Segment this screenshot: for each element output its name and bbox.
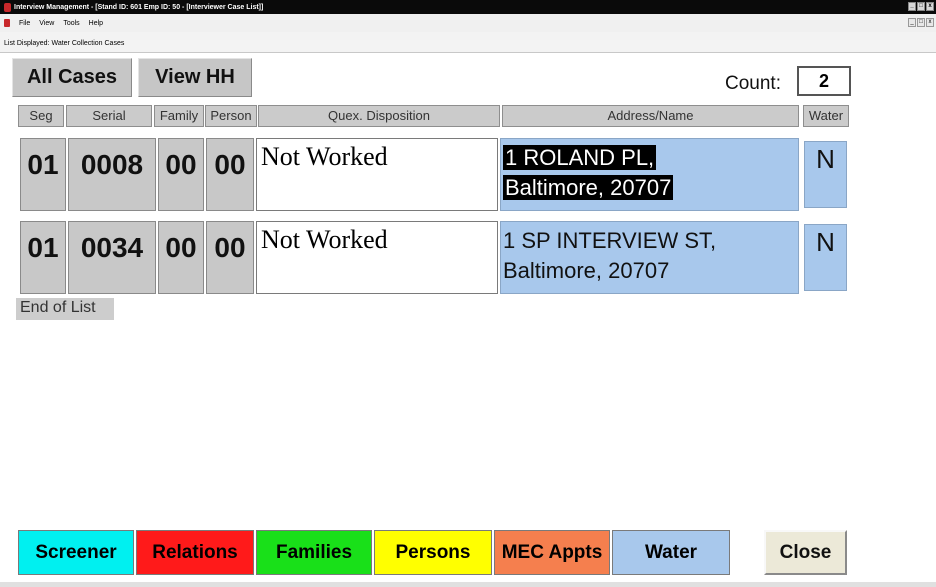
water-button[interactable]: Water: [612, 530, 730, 575]
window-title: Interview Management - [Stand ID: 601 Em…: [14, 3, 264, 11]
mdi-minimize-button[interactable]: _: [908, 18, 916, 27]
menu-tools[interactable]: Tools: [63, 20, 79, 27]
relations-button[interactable]: Relations: [136, 530, 254, 575]
address-line-2: Baltimore, 20707: [503, 175, 674, 200]
column-header-seg[interactable]: Seg: [18, 105, 64, 127]
seg-cell[interactable]: 01: [20, 138, 66, 211]
menu-view[interactable]: View: [39, 20, 54, 27]
menu-file[interactable]: File: [19, 20, 30, 27]
address-line-1: 1 ROLAND PL,: [503, 145, 657, 170]
water-cell[interactable]: N: [804, 141, 847, 208]
column-header-serial[interactable]: Serial: [66, 105, 152, 127]
end-of-list-label: End of List: [16, 298, 114, 320]
mec-appts-button[interactable]: MEC Appts: [494, 530, 610, 575]
column-header-family[interactable]: Family: [154, 105, 204, 127]
document-icon: [4, 19, 10, 27]
window-controls: _ □ x: [908, 2, 934, 11]
family-cell[interactable]: 00: [158, 138, 204, 211]
case-list-panel: All Cases View HH Count: 2 Seg Serial Fa…: [8, 54, 930, 582]
person-cell[interactable]: 00: [206, 221, 254, 294]
address-cell[interactable]: 1 ROLAND PL, Baltimore, 20707: [500, 138, 799, 211]
maximize-button[interactable]: □: [917, 2, 925, 11]
column-header-person[interactable]: Person: [205, 105, 257, 127]
family-cell[interactable]: 00: [158, 221, 204, 294]
address-line-2: Baltimore, 20707: [503, 258, 670, 283]
menu-bar: File View Tools Help _ □ x: [0, 14, 936, 32]
families-button[interactable]: Families: [256, 530, 372, 575]
disposition-cell[interactable]: Not Worked: [256, 221, 498, 294]
screener-button[interactable]: Screener: [18, 530, 134, 575]
count-label: Count:: [725, 73, 781, 94]
view-hh-button[interactable]: View HH: [138, 58, 252, 97]
list-displayed-label: List Displayed: Water Collection Cases: [0, 32, 936, 53]
mdi-controls: _ □ x: [908, 18, 934, 27]
all-cases-button[interactable]: All Cases: [12, 58, 132, 97]
case-row[interactable]: 01 0034 00 00 Not Worked 1 SP INTERVIEW …: [8, 221, 930, 294]
column-header-water[interactable]: Water: [803, 105, 849, 127]
menu-help[interactable]: Help: [89, 20, 103, 27]
persons-button[interactable]: Persons: [374, 530, 492, 575]
mdi-restore-button[interactable]: □: [917, 18, 925, 27]
status-bar: [0, 582, 936, 587]
case-row[interactable]: 01 0008 00 00 Not Worked 1 ROLAND PL, Ba…: [8, 138, 930, 211]
close-window-button[interactable]: x: [926, 2, 934, 11]
serial-cell[interactable]: 0008: [68, 138, 156, 211]
close-button[interactable]: Close: [764, 530, 847, 575]
app-icon: [4, 2, 11, 12]
disposition-cell[interactable]: Not Worked: [256, 138, 498, 211]
column-header-disposition[interactable]: Quex. Disposition: [258, 105, 500, 127]
address-cell[interactable]: 1 SP INTERVIEW ST, Baltimore, 20707: [500, 221, 799, 294]
address-line-1: 1 SP INTERVIEW ST,: [503, 228, 717, 253]
count-value: 2: [797, 66, 851, 96]
water-cell[interactable]: N: [804, 224, 847, 291]
title-bar: Interview Management - [Stand ID: 601 Em…: [0, 0, 936, 14]
seg-cell[interactable]: 01: [20, 221, 66, 294]
person-cell[interactable]: 00: [206, 138, 254, 211]
minimize-button[interactable]: _: [908, 2, 916, 11]
mdi-close-button[interactable]: x: [926, 18, 934, 27]
serial-cell[interactable]: 0034: [68, 221, 156, 294]
column-header-address[interactable]: Address/Name: [502, 105, 799, 127]
